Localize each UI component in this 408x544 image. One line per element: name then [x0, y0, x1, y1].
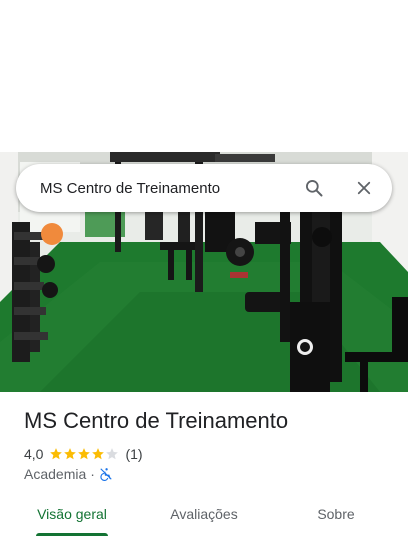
rating-row[interactable]: 4,0 (1)	[24, 445, 143, 463]
rating-value: 4,0	[24, 446, 44, 462]
star-rating	[49, 447, 119, 461]
star-filled-icon	[64, 448, 77, 460]
tab-overview[interactable]: Visão geral	[0, 496, 144, 536]
tab-selected-indicator	[36, 533, 108, 536]
tab-about[interactable]: Sobre	[264, 496, 408, 532]
tab-reviews[interactable]: Avaliações	[144, 496, 264, 532]
tab-about-label: Sobre	[317, 506, 355, 522]
search-icon[interactable]	[294, 168, 334, 208]
place-tabs: Visão geral Avaliações Sobre	[0, 496, 408, 536]
tab-overview-label: Visão geral	[37, 506, 107, 522]
star-filled-icon	[50, 448, 63, 460]
search-input[interactable]: MS Centro de Treinamento	[40, 180, 294, 197]
star-filled-icon	[92, 448, 105, 460]
top-blank-area	[0, 0, 408, 152]
star-filled-icon	[78, 448, 91, 460]
review-count[interactable]: (1)	[125, 446, 142, 462]
close-icon[interactable]	[344, 168, 384, 208]
tab-reviews-label: Avaliações	[170, 506, 238, 522]
place-category: Academia	[24, 466, 87, 482]
separator-dot: ·	[90, 466, 95, 482]
place-title: MS Centro de Treinamento	[24, 408, 289, 433]
search-bar[interactable]: MS Centro de Treinamento	[16, 164, 392, 212]
star-empty-icon	[106, 448, 119, 460]
wheelchair-not-accessible-icon	[99, 467, 113, 481]
category-row: Academia ·	[24, 465, 113, 483]
